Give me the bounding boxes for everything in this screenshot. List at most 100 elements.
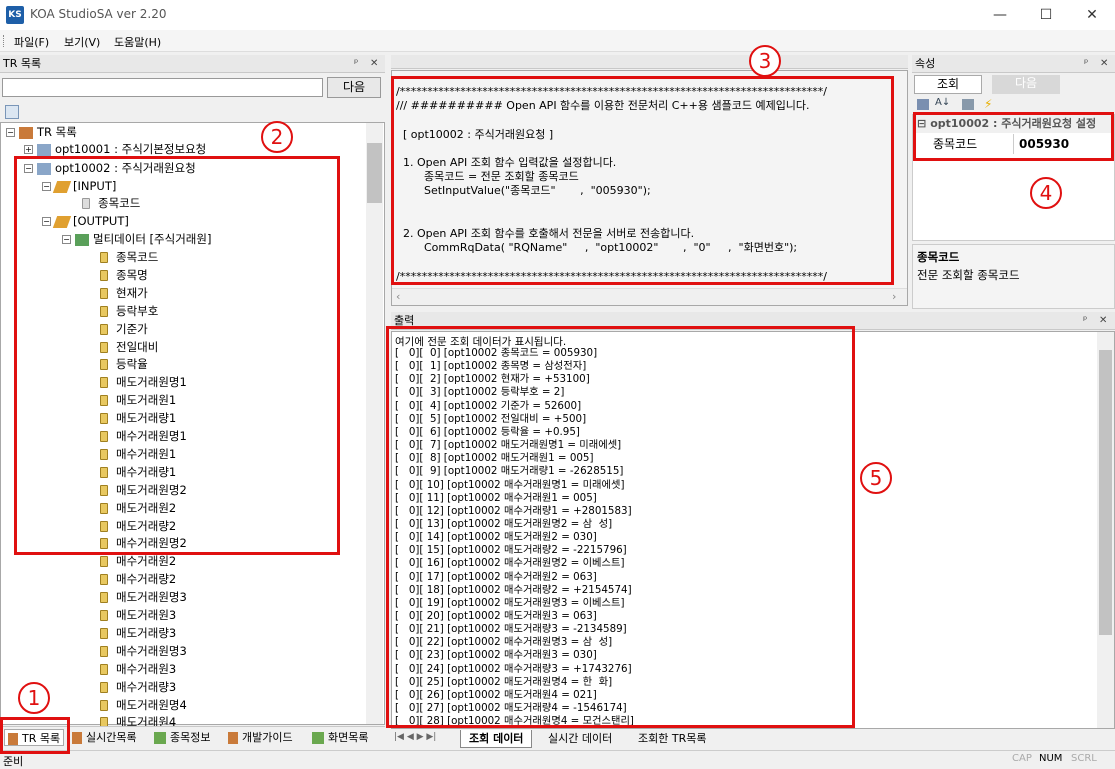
close-icon[interactable]: ✕ (1099, 312, 1107, 329)
tree-root[interactable]: − TR 목록 (6, 123, 77, 141)
marker-1: 1 (18, 682, 50, 714)
status-cap: CAP (1012, 753, 1032, 764)
highlight-box-5 (386, 326, 855, 728)
tree-field-label: 매수거래원3 (116, 661, 177, 676)
tr-search-input[interactable] (2, 78, 323, 97)
minimize-button[interactable]: — (977, 0, 1023, 30)
property-desc-title: 종목코드 (917, 250, 960, 264)
tree-root-label: TR 목록 (37, 125, 77, 139)
status-scrl: SCRL (1071, 753, 1097, 764)
scroll-right-icon[interactable]: › (892, 290, 896, 303)
highlight-box-1 (0, 717, 70, 754)
title-bar: KS KOA StudioSA ver 2.20 — ☐ ✕ (0, 0, 1115, 30)
menu-bar: 파일(F) 보기(V) 도움말(H) (0, 30, 1115, 52)
tree-field-label: 매도거래원3 (116, 608, 177, 622)
field-icon (100, 556, 108, 568)
field-icon (100, 681, 108, 693)
menu-help[interactable]: 도움말(H) (114, 34, 161, 50)
menu-view[interactable]: 보기(V) (64, 34, 100, 50)
props-title: 속성 (915, 57, 936, 70)
props-tab-query[interactable]: 조회 (914, 75, 982, 94)
tree-field-label: 매수거래원명3 (116, 643, 187, 658)
tree-field-item[interactable]: 매도거래량3 (100, 624, 176, 642)
folder-icon (19, 126, 33, 139)
marker-3: 3 (749, 45, 781, 77)
menu-grip (3, 35, 5, 47)
tab-label: 화면목록 (328, 731, 369, 744)
events-icon[interactable]: ⚡ (984, 97, 992, 111)
marker-5: 5 (860, 462, 892, 494)
tree-field-label: 매도거래원명3 (116, 590, 187, 605)
pin-icon[interactable]: ᵖ (354, 55, 358, 72)
property-description: 종목코드 전문 조회할 종목코드 (912, 244, 1115, 309)
categorized-icon[interactable] (917, 99, 929, 110)
property-pages-icon[interactable] (962, 99, 974, 110)
field-icon (100, 592, 108, 604)
tab-realtime-data[interactable]: 실시간 데이터 (540, 730, 620, 748)
maximize-button[interactable]: ☐ (1023, 0, 1069, 30)
props-tab-next[interactable]: 다음 (992, 75, 1060, 94)
highlight-box-3 (391, 76, 894, 285)
tree-field-label: 매도거래량3 (116, 625, 177, 640)
marker-2: 2 (261, 121, 293, 153)
menu-file[interactable]: 파일(F) (14, 34, 49, 50)
tree-field-item[interactable]: 매도거래원3 (100, 606, 176, 624)
tab-screen-list[interactable]: 화면목록 (312, 729, 368, 746)
code-panel-header (391, 55, 908, 69)
status-text: 준비 (3, 755, 24, 768)
basket-icon (154, 732, 166, 744)
tree-scrollbar[interactable] (366, 123, 383, 724)
tree-field-item[interactable]: 매수거래량2 (100, 570, 176, 588)
basket-icon (312, 732, 324, 744)
tr-icon (37, 143, 51, 156)
app-icon: KS (6, 6, 24, 24)
tree-field-label: 매수거래량3 (116, 679, 177, 694)
field-icon (100, 610, 108, 621)
tr-panel-title: TR 목록 (3, 57, 42, 70)
close-button[interactable]: ✕ (1069, 0, 1115, 30)
tab-dev-guide[interactable]: 개발가이드 (228, 729, 293, 746)
tab-query-data[interactable]: 조회 데이터 (460, 730, 533, 748)
scroll-left-icon[interactable]: ‹ (396, 290, 400, 303)
tab-label: 종목정보 (170, 731, 211, 744)
pin-icon[interactable]: ᵖ (1083, 312, 1087, 329)
expand-icon[interactable]: + (24, 145, 33, 154)
highlight-box-2 (14, 156, 340, 555)
collapse-icon[interactable]: − (6, 128, 15, 137)
props-toolbar: A↓ ⚡ (914, 97, 1114, 113)
field-icon (100, 699, 108, 711)
code-hscrollbar[interactable]: ‹ › (392, 288, 907, 305)
toolbar-tree-icon[interactable] (5, 105, 19, 119)
tab-queried-tr-list[interactable]: 조회한 TR목록 (630, 730, 714, 748)
tab-nav-icons[interactable]: |◀ ◀ ▶ ▶| (394, 732, 436, 742)
sort-az-icon[interactable]: A↓ (935, 97, 950, 108)
property-desc-text: 전문 조회할 종목코드 (917, 268, 1020, 282)
field-icon (100, 627, 108, 639)
close-icon[interactable]: ✕ (370, 55, 378, 72)
tree-field-item[interactable]: 매도거래원명4 (100, 696, 187, 714)
tab-stock-info[interactable]: 종목정보 (154, 729, 210, 746)
tree-field-item[interactable]: 매수거래량3 (100, 678, 176, 696)
tree-field-item[interactable]: 매수거래원명3 (100, 642, 187, 660)
status-num: NUM (1039, 753, 1063, 764)
tr-search-next-button[interactable]: 다음 (327, 77, 381, 98)
field-icon (100, 663, 108, 675)
tree-scroll-thumb[interactable] (367, 143, 382, 203)
tree-node-label: opt10001 : 주식기본정보요청 (55, 142, 207, 156)
field-icon (100, 645, 108, 657)
tab-realtime-list[interactable]: 실시간목록 (72, 729, 137, 746)
tree-field-item[interactable]: 매도거래원명3 (100, 588, 187, 606)
tab-label: 개발가이드 (242, 731, 293, 744)
field-icon (100, 574, 108, 586)
output-scroll-thumb[interactable] (1099, 350, 1112, 635)
tree-field-item[interactable]: 매수거래원3 (100, 660, 176, 678)
pin-icon[interactable]: ᵖ (1084, 55, 1088, 72)
close-icon[interactable]: ✕ (1100, 55, 1108, 72)
props-tabbar: 조회 다음 (912, 74, 1115, 96)
tr-panel-header: TR 목록 ᵖ ✕ (0, 55, 385, 73)
folder-icon (228, 732, 238, 744)
tree-field-label: 매도거래원명4 (116, 697, 187, 712)
window-title: KOA StudioSA ver 2.20 (30, 7, 167, 21)
output-scrollbar[interactable] (1097, 332, 1114, 728)
props-panel-header: 속성 ᵖ ✕ (912, 55, 1115, 73)
